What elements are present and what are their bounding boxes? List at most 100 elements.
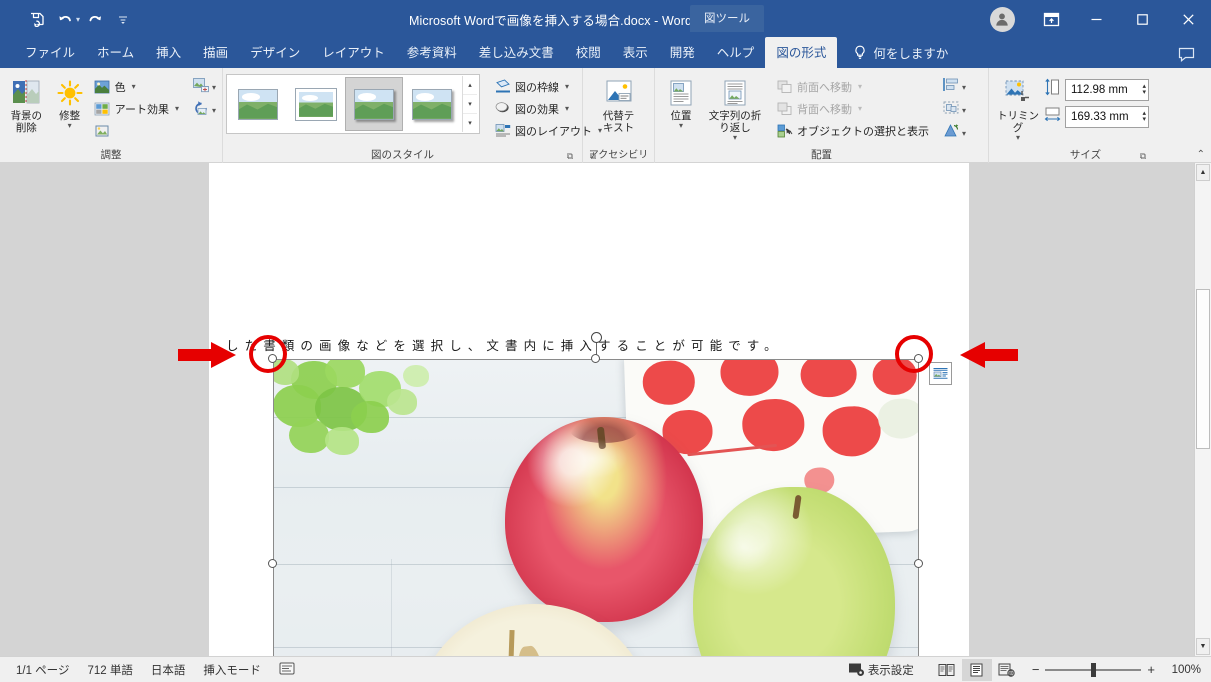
page-count[interactable]: 1/1 ページ xyxy=(16,662,69,678)
bring-forward-button[interactable]: 前面へ移動 ▾ xyxy=(772,76,933,97)
tab-review[interactable]: 校閲 xyxy=(565,37,612,68)
zoom-out-button[interactable]: − xyxy=(1032,662,1040,677)
position-button[interactable]: 位置 ▾ xyxy=(658,74,704,132)
zoom-in-button[interactable]: + xyxy=(1147,662,1155,677)
bring-forward-dropdown-icon[interactable]: ▾ xyxy=(858,82,862,91)
tab-design[interactable]: デザイン xyxy=(239,37,311,68)
tab-home[interactable]: ホーム xyxy=(86,37,145,68)
resize-handle-middle-right[interactable] xyxy=(914,559,923,568)
compress-dropdown-icon[interactable]: ▾ xyxy=(212,83,216,92)
insert-mode-indicator[interactable]: 挿入モード xyxy=(203,662,261,678)
reset-picture-button[interactable]: ▾ xyxy=(189,99,219,121)
tell-me-box[interactable]: 何をしますか xyxy=(837,43,958,68)
rotate-dropdown-icon[interactable]: ▾ xyxy=(962,129,966,138)
scroll-down-icon[interactable]: ▼ xyxy=(1196,638,1210,655)
view-read-mode[interactable] xyxy=(932,659,962,681)
tab-picture-format[interactable]: 図の形式 xyxy=(765,37,838,68)
tab-file[interactable]: ファイル xyxy=(14,37,86,68)
save-icon[interactable] xyxy=(24,6,50,32)
crop-dropdown-icon[interactable]: ▾ xyxy=(1016,134,1020,142)
compress-pictures-button[interactable]: ▾ xyxy=(189,76,219,98)
picture-style-3[interactable] xyxy=(345,77,403,131)
account-avatar[interactable] xyxy=(975,6,1029,32)
scrollbar-thumb[interactable] xyxy=(1196,289,1210,449)
word-count[interactable]: 712 単語 xyxy=(87,662,132,678)
corrections-button[interactable]: 修整 ▾ xyxy=(50,74,90,132)
tab-layout[interactable]: レイアウト xyxy=(311,37,396,68)
size-dialog-launcher[interactable]: ⧉ xyxy=(1137,150,1149,162)
vertical-scrollbar[interactable]: ▲ ▼ xyxy=(1194,163,1211,656)
tab-mailings[interactable]: 差し込み文書 xyxy=(468,37,565,68)
view-print-layout[interactable] xyxy=(961,658,992,681)
position-dropdown-icon[interactable]: ▾ xyxy=(679,122,683,130)
picture-border-dropdown-icon[interactable]: ▾ xyxy=(565,82,569,91)
align-dropdown-icon[interactable]: ▾ xyxy=(962,83,966,92)
tab-help[interactable]: ヘルプ xyxy=(706,37,766,68)
tab-draw[interactable]: 描画 xyxy=(192,37,239,68)
shape-width-stepper[interactable]: ▴ ▾ xyxy=(1140,110,1146,123)
color-dropdown-icon[interactable]: ▾ xyxy=(132,82,136,91)
comments-icon[interactable] xyxy=(1178,47,1211,68)
picture-style-1[interactable] xyxy=(229,77,287,131)
language-indicator[interactable]: 日本語 xyxy=(151,662,186,678)
rotate-button[interactable]: ▾ xyxy=(939,122,969,144)
wrap-text-dropdown-icon[interactable]: ▾ xyxy=(733,134,737,142)
scrollbar-track[interactable] xyxy=(1195,182,1211,637)
remove-background-button[interactable]: 背景の 削除 xyxy=(3,74,50,136)
shape-height-stepper[interactable]: ▴ ▾ xyxy=(1140,83,1146,96)
tab-view[interactable]: 表示 xyxy=(612,37,659,68)
artistic-effects-dropdown-icon[interactable]: ▾ xyxy=(175,104,179,113)
scroll-up-icon[interactable]: ▲ xyxy=(1196,164,1210,181)
send-backward-button[interactable]: 背面へ移動 ▾ xyxy=(772,98,933,119)
reset-dropdown-icon[interactable]: ▾ xyxy=(212,106,216,115)
inserted-picture[interactable] xyxy=(273,359,919,656)
zoom-track[interactable] xyxy=(1045,662,1142,677)
color-button[interactable]: 色 ▾ xyxy=(90,76,183,97)
align-button[interactable]: ▾ xyxy=(939,76,969,98)
minimize-button[interactable] xyxy=(1073,0,1119,38)
ribbon-display-options-icon[interactable] xyxy=(1029,0,1073,38)
picture-styles-dialog-launcher[interactable]: ⧉ xyxy=(564,150,576,162)
crop-button[interactable]: トリミング ▾ xyxy=(992,74,1044,144)
alt-text-button[interactable]: 代替テ キスト xyxy=(591,74,647,136)
group-button[interactable]: ▾ xyxy=(939,99,969,121)
shape-height-input[interactable]: 112.98 mm ▴ ▾ xyxy=(1065,78,1149,101)
resize-handle-middle-left[interactable] xyxy=(268,559,277,568)
close-button[interactable] xyxy=(1165,0,1211,38)
view-web-layout[interactable] xyxy=(992,659,1022,681)
resize-handle-top-center[interactable] xyxy=(591,354,600,363)
display-settings-button[interactable]: 表示設定 xyxy=(848,662,932,678)
picture-style-4[interactable] xyxy=(403,77,461,131)
picture-styles-gallery[interactable]: ▴ ▾ ▾ xyxy=(226,74,480,134)
tab-developer[interactable]: 開発 xyxy=(659,37,706,68)
group-dropdown-icon[interactable]: ▾ xyxy=(962,106,966,115)
shape-width-input[interactable]: 169.33 mm ▴ ▾ xyxy=(1065,105,1149,128)
wrap-text-button[interactable]: 文字列の折 り返し ▾ xyxy=(704,74,766,144)
accessibility-dialog-launcher[interactable]: ⧉ xyxy=(587,150,599,162)
artistic-effects-label: アート効果 xyxy=(114,103,169,116)
selection-pane-button[interactable]: オブジェクトの選択と表示 xyxy=(772,120,933,141)
picture-effects-dropdown-icon[interactable]: ▾ xyxy=(565,104,569,113)
rotation-handle[interactable] xyxy=(591,332,602,343)
customize-qat-icon[interactable] xyxy=(110,6,136,32)
layout-options-button[interactable] xyxy=(929,362,952,385)
zoom-thumb[interactable] xyxy=(1091,662,1097,677)
maximize-button[interactable] xyxy=(1119,0,1165,38)
picture-style-2[interactable] xyxy=(287,77,345,131)
tab-references[interactable]: 参考資料 xyxy=(396,37,468,68)
undo-icon[interactable] xyxy=(52,6,78,32)
redo-icon[interactable] xyxy=(82,6,108,32)
proofing-icon[interactable] xyxy=(279,661,295,679)
gallery-more-icon[interactable]: ▾ xyxy=(463,114,477,132)
corrections-dropdown-icon[interactable]: ▾ xyxy=(68,122,72,130)
send-backward-dropdown-icon[interactable]: ▾ xyxy=(858,104,862,113)
tab-insert[interactable]: 挿入 xyxy=(145,37,192,68)
artistic-effects-button[interactable]: アート効果 ▾ xyxy=(90,98,183,119)
gallery-scroll-up-icon[interactable]: ▴ xyxy=(463,76,477,95)
zoom-level[interactable]: 100% xyxy=(1163,664,1201,676)
zoom-slider[interactable]: − + xyxy=(1022,662,1163,677)
collapse-ribbon-icon[interactable]: ⌃ xyxy=(1197,149,1205,160)
transparency-button[interactable] xyxy=(90,120,183,141)
gallery-scroll-controls[interactable]: ▴ ▾ ▾ xyxy=(462,76,477,132)
gallery-scroll-down-icon[interactable]: ▾ xyxy=(463,95,477,114)
